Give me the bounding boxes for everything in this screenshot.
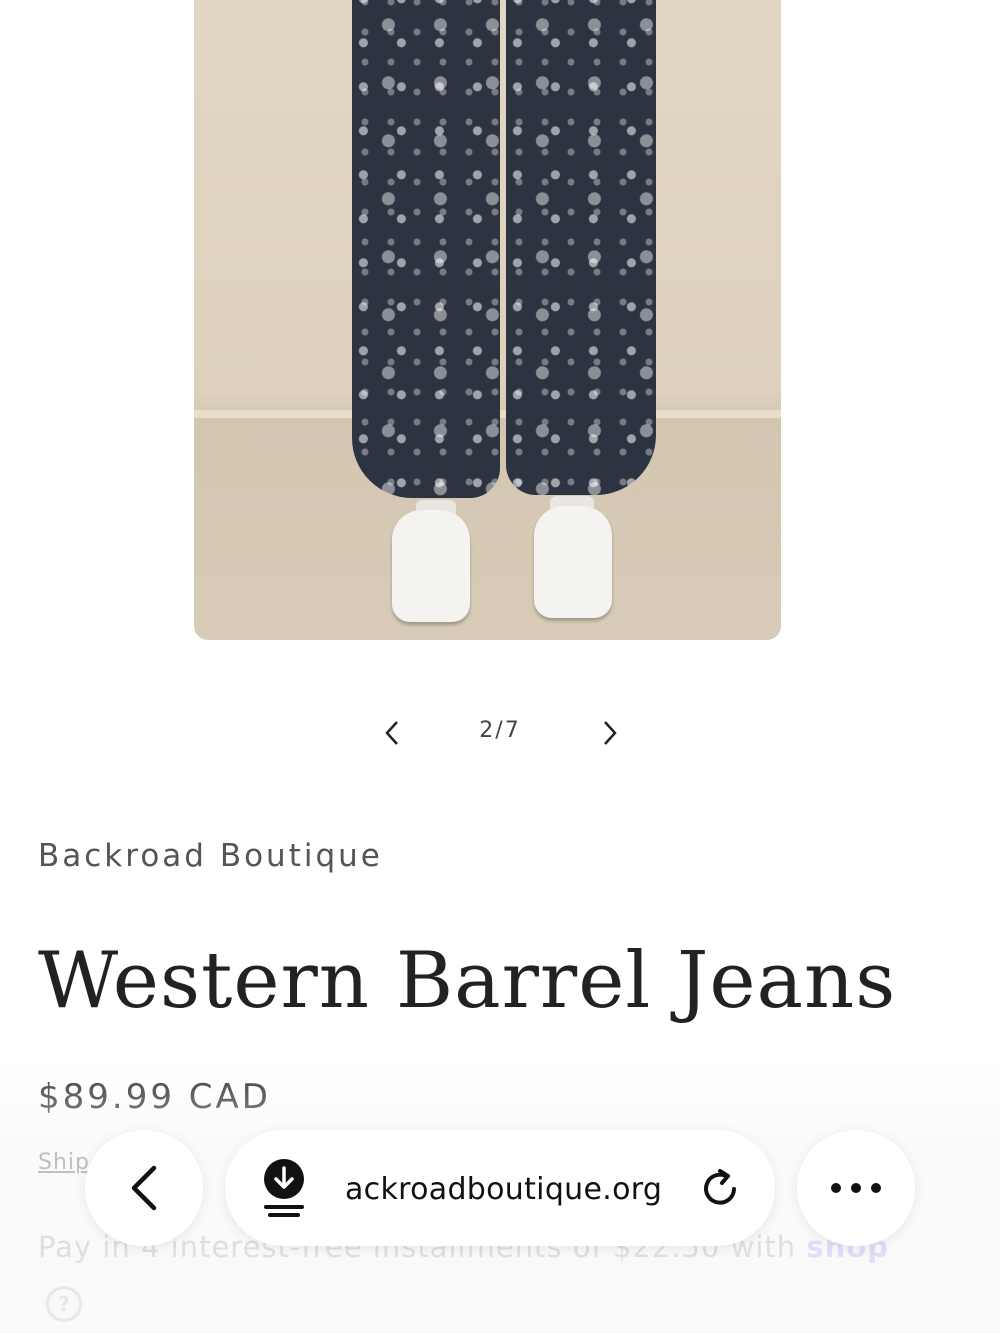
sneaker-left bbox=[392, 510, 470, 622]
gallery-prev-button[interactable] bbox=[370, 710, 414, 756]
reload-icon[interactable] bbox=[700, 1167, 744, 1211]
address-bar[interactable]: ackroadboutique.org bbox=[225, 1130, 775, 1246]
jeans-left-leg bbox=[352, 0, 500, 498]
browser-more-button[interactable] bbox=[797, 1130, 915, 1246]
product-title: Western Barrel Jeans bbox=[38, 936, 897, 1026]
gallery-next-button[interactable] bbox=[588, 710, 632, 756]
help-icon[interactable]: ? bbox=[46, 1286, 82, 1322]
shipping-note: Ship bbox=[38, 1150, 90, 1175]
download-icon[interactable] bbox=[261, 1157, 307, 1219]
sneaker-right bbox=[534, 506, 612, 618]
chevron-left-icon bbox=[131, 1165, 157, 1211]
product-image[interactable] bbox=[194, 0, 781, 640]
gallery-counter: 2/7 bbox=[479, 718, 521, 743]
url-text[interactable]: ackroadboutique.org bbox=[345, 1172, 662, 1207]
product-vendor: Backroad Boutique bbox=[38, 838, 383, 874]
chevron-left-icon bbox=[385, 721, 398, 745]
gallery-navigation: 2/7 bbox=[370, 710, 630, 756]
shipping-link[interactable]: Ship bbox=[38, 1150, 90, 1175]
chevron-right-icon bbox=[604, 721, 617, 745]
browser-back-button[interactable] bbox=[85, 1130, 203, 1246]
jeans-right-leg bbox=[506, 0, 656, 495]
product-price: $89.99 CAD bbox=[38, 1077, 271, 1117]
more-icon bbox=[831, 1183, 881, 1193]
